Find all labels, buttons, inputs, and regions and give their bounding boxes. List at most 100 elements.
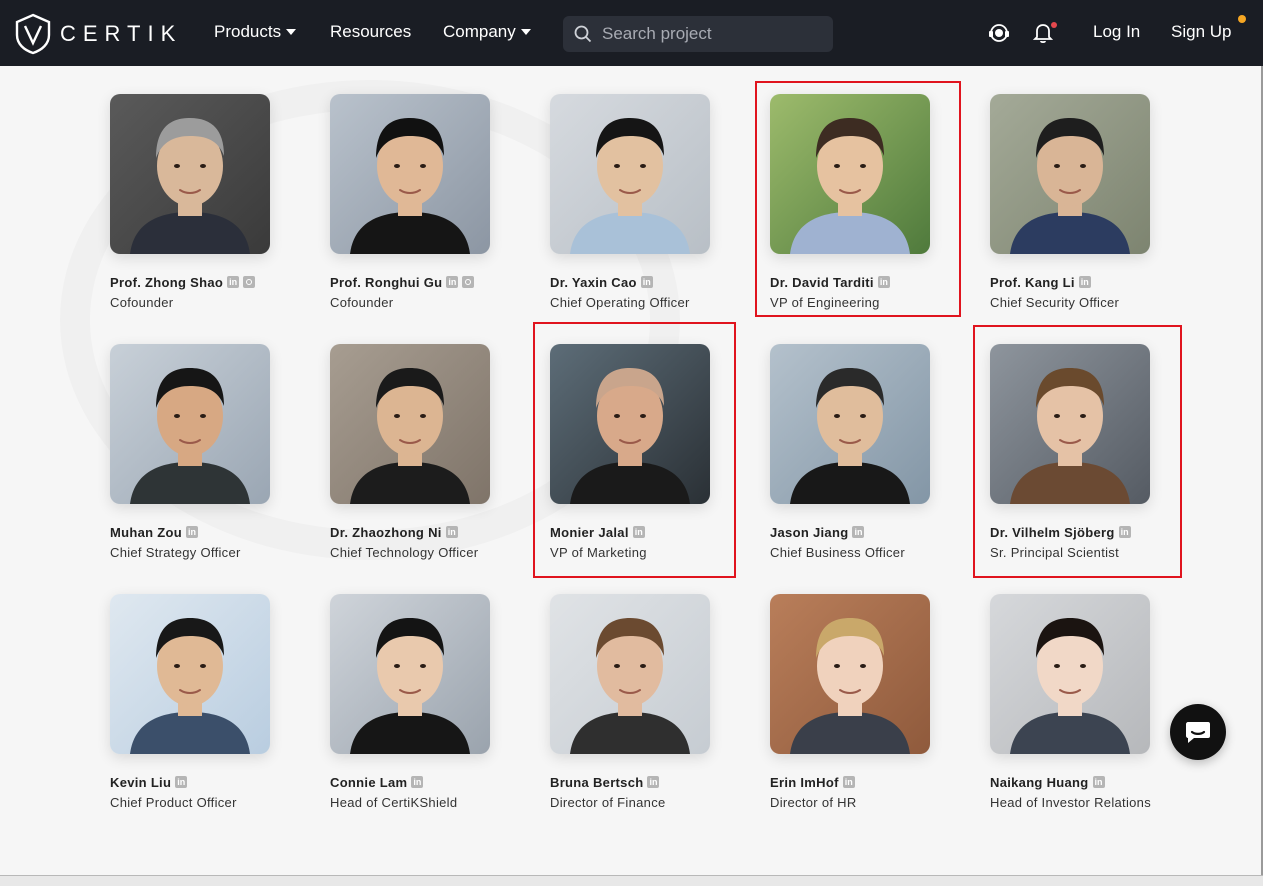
- member-role: Director of HR: [770, 795, 857, 810]
- member-name: Bruna Bertsch: [550, 774, 644, 790]
- member-role: Sr. Principal Scientist: [990, 545, 1120, 560]
- linkedin-icon[interactable]: in: [1078, 276, 1091, 288]
- member-name: Jason Jiang: [770, 524, 849, 540]
- team-card: Connie Lam in Head of CertiKShield: [330, 594, 530, 810]
- member-photo: [550, 344, 710, 504]
- logo-wordmark: CERTIK: [60, 21, 183, 46]
- member-photo: [550, 94, 710, 254]
- member-role: VP of Marketing: [550, 545, 647, 560]
- linkedin-icon[interactable]: in: [842, 776, 855, 788]
- member-name: Monier Jalal: [550, 524, 629, 540]
- linkedin-icon[interactable]: in: [877, 276, 890, 288]
- team-card: Prof. Kang Li in Chief Security Officer: [990, 94, 1190, 310]
- signup-button[interactable]: Sign Up: [1171, 22, 1231, 42]
- team-card: Erin ImHof in Director of HR: [770, 594, 970, 810]
- member-role: Head of Investor Relations: [990, 795, 1151, 810]
- login-label: Log In: [1093, 22, 1141, 41]
- team-card: Dr. Yaxin Cao in Chief Operating Officer: [550, 94, 750, 310]
- chat-button[interactable]: [1170, 704, 1226, 760]
- member-role: Cofounder: [110, 295, 174, 310]
- linkedin-icon[interactable]: in: [445, 526, 458, 538]
- member-name: Kevin Liu: [110, 774, 172, 790]
- nav-resources[interactable]: Resources: [330, 22, 411, 42]
- member-role: Chief Technology Officer: [330, 545, 479, 560]
- team-card: Dr. Zhaozhong Ni in Chief Technology Offic…: [330, 344, 530, 560]
- member-name-row: Naikang Huang in: [990, 774, 1190, 790]
- notification-dot: [1051, 22, 1057, 28]
- team-card: Naikang Huang in Head of Investor Relation…: [990, 594, 1190, 810]
- linkedin-icon[interactable]: in: [446, 276, 459, 288]
- member-name-row: Dr. David Tarditi in: [770, 274, 970, 290]
- member-name: Naikang Huang: [990, 774, 1089, 790]
- taskbar-strip: [0, 875, 1263, 886]
- member-name-row: Prof. Ronghui Gu in: [330, 274, 530, 290]
- member-role: Chief Security Officer: [990, 295, 1120, 310]
- linkedin-icon[interactable]: in: [852, 526, 865, 538]
- member-name: Prof. Kang Li: [990, 274, 1075, 290]
- support-24-7-icon[interactable]: [988, 22, 1010, 44]
- member-photo: [330, 344, 490, 504]
- member-name-row: Prof. Kang Li in: [990, 274, 1190, 290]
- member-role: Director of Finance: [550, 795, 666, 810]
- nav-products-label: Products: [214, 22, 282, 41]
- linkedin-icon[interactable]: in: [175, 776, 188, 788]
- member-name-row: Muhan Zou in: [110, 524, 310, 540]
- member-photo: [990, 94, 1150, 254]
- member-role: Chief Operating Officer: [550, 295, 690, 310]
- search-box[interactable]: [563, 16, 833, 52]
- member-name: Prof. Zhong Shao: [110, 274, 224, 290]
- member-name: Erin ImHof: [770, 774, 839, 790]
- member-photo: [770, 94, 930, 254]
- member-name: Prof. Ronghui Gu: [330, 274, 443, 290]
- team-card: Dr. David Tarditi in VP of Engineering: [770, 94, 970, 310]
- chevron-down-icon: [520, 29, 531, 35]
- member-photo: [990, 594, 1150, 754]
- linkedin-icon[interactable]: in: [1118, 526, 1131, 538]
- member-name-row: Bruna Bertsch in: [550, 774, 750, 790]
- search-input[interactable]: [600, 23, 824, 45]
- linkedin-icon[interactable]: in: [1092, 776, 1105, 788]
- linkedin-icon[interactable]: in: [411, 776, 424, 788]
- member-role: Chief Product Officer: [110, 795, 237, 810]
- member-photo: [770, 344, 930, 504]
- bell-icon[interactable]: [1032, 22, 1057, 44]
- member-name: Muhan Zou: [110, 524, 183, 540]
- linkedin-icon[interactable]: in: [227, 276, 240, 288]
- certik-logo[interactable]: CERTIK: [14, 13, 192, 55]
- team-card: Dr. Vilhelm Sjöberg in Sr. Principal Scien…: [990, 344, 1190, 560]
- website-link-icon[interactable]: [462, 276, 475, 288]
- linkedin-icon[interactable]: in: [640, 276, 653, 288]
- member-role: Cofounder: [330, 295, 394, 310]
- member-name-row: Dr. Vilhelm Sjöberg in: [990, 524, 1190, 540]
- linkedin-icon[interactable]: in: [186, 526, 199, 538]
- member-name-row: Prof. Zhong Shao in: [110, 274, 310, 290]
- linkedin-icon[interactable]: in: [632, 526, 645, 538]
- signup-label: Sign Up: [1171, 22, 1232, 41]
- member-name-row: Monier Jalal in: [550, 524, 750, 540]
- member-name-row: Kevin Liu in: [110, 774, 310, 790]
- member-role: VP of Engineering: [770, 295, 880, 310]
- linkedin-icon[interactable]: in: [647, 776, 660, 788]
- member-name: Dr. Yaxin Cao: [550, 274, 637, 290]
- team-card: Bruna Bertsch in Director of Finance: [550, 594, 750, 810]
- member-photo: [110, 344, 270, 504]
- member-name: Dr. David Tarditi: [770, 274, 874, 290]
- member-photo: [990, 344, 1150, 504]
- member-photo: [330, 94, 490, 254]
- website-link-icon[interactable]: [243, 276, 256, 288]
- team-card: Prof. Zhong Shao in Cofounder: [110, 94, 310, 310]
- member-photo: [770, 594, 930, 754]
- nav-products[interactable]: Products: [214, 22, 297, 42]
- team-card: Monier Jalal in VP of Marketing: [550, 344, 750, 560]
- search-icon: [574, 25, 592, 43]
- member-name-row: Dr. Zhaozhong Ni in: [330, 524, 530, 540]
- nav-resources-label: Resources: [330, 22, 412, 41]
- team-card: Prof. Ronghui Gu in Cofounder: [330, 94, 530, 310]
- member-role: Chief Strategy Officer: [110, 545, 241, 560]
- login-button[interactable]: Log In: [1093, 22, 1140, 42]
- certik-shield-icon: [15, 13, 51, 55]
- member-name-row: Erin ImHof in: [770, 774, 970, 790]
- member-name: Connie Lam: [330, 774, 408, 790]
- team-card: Jason Jiang in Chief Business Officer: [770, 344, 970, 560]
- nav-company[interactable]: Company: [443, 22, 531, 42]
